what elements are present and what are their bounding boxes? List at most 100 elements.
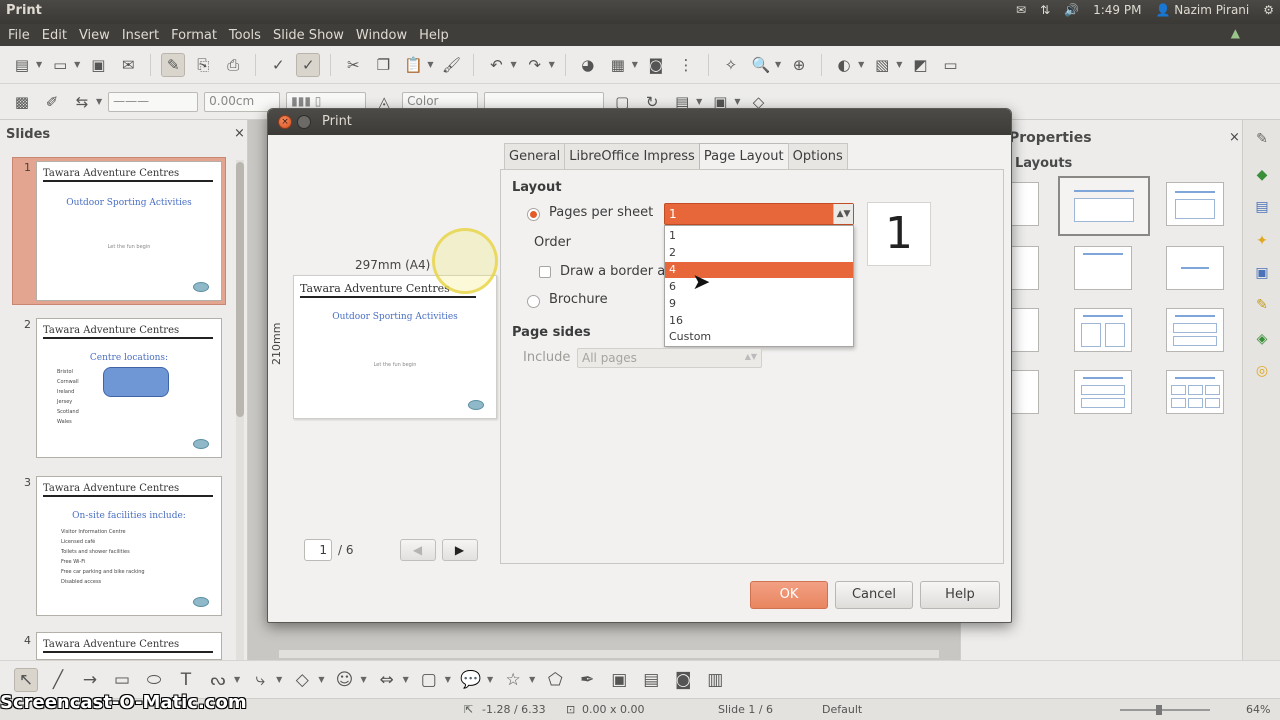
autospellcheck-icon[interactable]: ✓ [296,52,321,77]
arrow-style-icon[interactable]: ⇆ [70,90,94,114]
slide-thumbnail-3[interactable]: Tawara Adventure Centres On-site facilit… [36,476,222,616]
mail-icon[interactable]: ✉ [1016,3,1026,17]
symbol-shapes-dropdown-icon[interactable]: ▼ [360,675,366,684]
navigator-deck-icon[interactable]: ◎ [1251,360,1273,382]
stars-dropdown-icon[interactable]: ▼ [529,675,535,684]
ok-button[interactable]: OK [750,581,828,609]
help-button[interactable]: Help [920,581,1000,609]
arrow-line-icon[interactable]: → [78,668,102,692]
print-icon[interactable]: ⎙ [221,53,245,77]
tab-options[interactable]: Options [787,143,848,169]
edit-file-icon[interactable]: ✎ [161,52,186,77]
undo-icon[interactable]: ↶ [484,53,508,77]
arrange-dropdown-icon[interactable]: ▼ [734,97,740,106]
new-dropdown-icon[interactable]: ▼ [36,60,42,69]
slide-layout-icon[interactable]: ◩ [908,53,932,77]
close-document-icon[interactable]: ▲ [1231,26,1240,40]
pages-per-sheet-option[interactable]: 16 [665,313,853,329]
grid-icon[interactable]: ⋮ [674,53,698,77]
menu-window[interactable]: Window [350,28,413,43]
preview-prev-button[interactable]: ◀ [399,539,436,561]
gallery-icon[interactable]: ◈ [1251,328,1273,350]
menu-insert[interactable]: Insert [116,28,165,43]
layout-tile-centered-text[interactable] [1166,246,1224,290]
zoom-slider[interactable] [1120,705,1210,715]
image-icon[interactable]: ◙ [644,53,668,77]
copy-icon[interactable]: ❐ [371,53,395,77]
menu-tools[interactable]: Tools [223,28,267,43]
redo-dropdown-icon[interactable]: ▼ [549,60,555,69]
arrow-style-dropdown-icon[interactable]: ▼ [96,97,102,106]
slide-show-dropdown-icon[interactable]: ▼ [858,60,864,69]
text-tool-icon[interactable]: T [174,668,198,692]
chevron-updown-icon[interactable]: ▲▼ [833,204,853,224]
styles-icon[interactable]: ▩ [10,90,34,114]
layout-tile-title-content-over[interactable] [1166,308,1224,352]
slides-pane-close-button[interactable]: × [234,126,245,141]
menu-view[interactable]: View [73,28,116,43]
layout-tile-title-2-content-b[interactable] [1074,308,1132,352]
rectangle-icon[interactable]: ▭ [110,668,134,692]
pages-per-sheet-option[interactable]: 2 [665,245,853,261]
callouts-dropdown-icon[interactable]: ▼ [487,675,493,684]
tab-page-layout[interactable]: Page Layout [698,143,789,170]
display-views-icon[interactable]: ▭ [938,53,962,77]
connector-icon[interactable]: ⤷ [248,668,272,692]
zoom-icon[interactable]: 🔍 [749,53,773,77]
properties-deck-icon[interactable]: ◆ [1251,164,1273,186]
slides-scrollbar[interactable] [236,160,244,660]
menu-format[interactable]: Format [165,28,223,43]
preview-next-button[interactable]: ▶ [441,539,478,561]
callouts-icon[interactable]: 💬 [459,668,483,692]
include-select[interactable]: All pages ▲▼ [577,348,762,368]
styles-deck-icon[interactable]: ✎ [1251,294,1273,316]
export-pdf-icon[interactable]: ⎘ [191,53,215,77]
zoom-percent[interactable]: 64% [1246,703,1270,716]
cancel-button[interactable]: Cancel [835,581,913,609]
chevron-updown-icon[interactable]: ▲▼ [745,352,757,361]
block-arrows-dropdown-icon[interactable]: ▼ [403,675,409,684]
undo-dropdown-icon[interactable]: ▼ [510,60,516,69]
line-style-select[interactable]: ——— [108,91,199,112]
basic-shapes-icon[interactable]: ◇ [290,668,314,692]
connector-dropdown-icon[interactable]: ▼ [276,675,282,684]
flowchart-dropdown-icon[interactable]: ▼ [445,675,451,684]
glue-points-icon[interactable]: ✒ [575,668,599,692]
properties-close-button[interactable]: × [1229,130,1240,145]
power-gear-icon[interactable]: ⚙ [1263,3,1274,17]
navigator-icon[interactable]: ✧ [719,53,743,77]
menu-edit[interactable]: Edit [36,28,73,43]
extrusion-icon[interactable]: ◙ [671,668,695,692]
from-file-icon[interactable]: ▣ [607,668,631,692]
workspace-horizontal-scrollbar[interactable] [279,650,939,658]
ellipse-icon[interactable]: ⬭ [142,668,166,692]
user-name[interactable]: 👤 Nazim Pirani [1155,3,1249,17]
slide-thumbnail-2[interactable]: Tawara Adventure Centres Centre location… [36,318,222,458]
curve-icon[interactable]: ᔓ [206,668,230,692]
pages-per-sheet-radio[interactable] [527,208,540,221]
zoom-dropdown-icon[interactable]: ▼ [775,60,781,69]
open-dropdown-icon[interactable]: ▼ [74,60,80,69]
table-dropdown-icon[interactable]: ▼ [632,60,638,69]
save-icon[interactable]: ▣ [86,53,110,77]
dialog-close-icon[interactable]: × [278,115,292,129]
points-icon[interactable]: ⬠ [543,668,567,692]
slide-dropdown-icon[interactable]: ▼ [896,60,902,69]
redo-icon[interactable]: ↷ [523,53,547,77]
pages-per-sheet-select[interactable]: 1 ▲▼ [664,203,854,225]
flowchart-icon[interactable]: ▢ [417,668,441,692]
paste-dropdown-icon[interactable]: ▼ [427,60,433,69]
volume-icon[interactable]: 🔊 [1064,3,1079,17]
basic-shapes-dropdown-icon[interactable]: ▼ [318,675,324,684]
slide-icon[interactable]: ▧ [870,53,894,77]
symbol-shapes-icon[interactable]: ☺ [332,668,356,692]
pages-per-sheet-option[interactable]: Custom [665,329,853,345]
layout-tile-title-only[interactable] [1166,182,1224,226]
layout-tile-title-6-content[interactable] [1166,370,1224,414]
pages-per-sheet-option[interactable]: 9 [665,296,853,312]
chart-icon[interactable]: ◕ [576,53,600,77]
toggle-3d-icon[interactable]: ▥ [703,668,727,692]
preview-page-input[interactable]: 1 [304,539,332,561]
table-icon[interactable]: ▦ [606,53,630,77]
menu-file[interactable]: File [2,28,36,43]
